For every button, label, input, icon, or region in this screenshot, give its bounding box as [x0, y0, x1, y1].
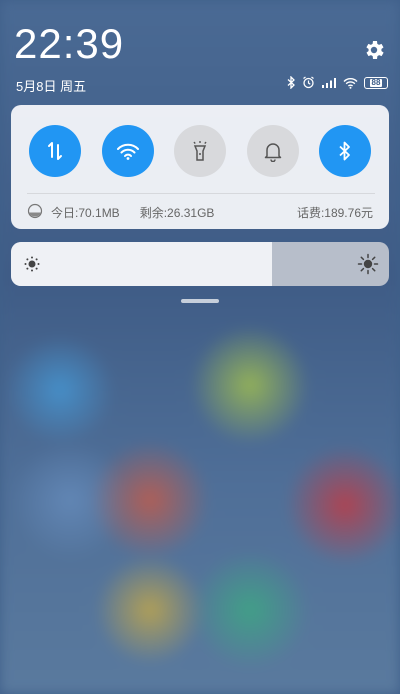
wifi-status-icon	[343, 77, 358, 89]
phone-balance: 话费:189.76元	[296, 206, 373, 220]
quick-settings-panel: 今日:70.1MB 剩余:26.31GB 话费:189.76元	[11, 105, 389, 229]
toggle-mobile-data[interactable]	[29, 125, 81, 177]
brightness-high-icon	[357, 253, 379, 280]
usage-today: 今日:70.1MB	[51, 206, 120, 220]
brightness-slider[interactable]	[11, 242, 389, 286]
brightness-low-icon	[23, 255, 41, 278]
panel-divider	[27, 193, 375, 194]
data-usage-icon	[27, 203, 43, 222]
usage-remaining: 剩余:26.31GB	[139, 206, 215, 220]
gear-icon[interactable]	[362, 38, 386, 62]
battery-level: 88	[369, 77, 383, 87]
bluetooth-icon	[339, 141, 350, 161]
toggle-flashlight[interactable]	[174, 125, 226, 177]
wifi-icon	[116, 143, 139, 160]
alarm-icon	[302, 76, 315, 89]
toggle-wifi[interactable]	[101, 125, 154, 177]
toggle-ringer[interactable]	[246, 125, 299, 177]
clock-time: 22:39	[14, 20, 125, 67]
data-usage-row[interactable]: 今日:70.1MB 剩余:26.31GB 话费:189.76元	[27, 203, 373, 222]
quick-toggles	[29, 125, 371, 177]
bell-icon	[264, 143, 281, 162]
flashlight-icon	[193, 141, 207, 161]
battery-icon: 88	[364, 76, 388, 89]
brightness-fill	[11, 242, 272, 286]
panel-drag-handle[interactable]	[181, 299, 219, 303]
clock-date: 5月8日 周五	[16, 79, 87, 94]
data-arrows-icon	[48, 142, 62, 160]
signal-icon	[321, 77, 337, 89]
bluetooth-status-icon	[287, 76, 296, 89]
status-icons: 88	[287, 76, 388, 89]
toggle-bluetooth[interactable]	[319, 125, 371, 177]
